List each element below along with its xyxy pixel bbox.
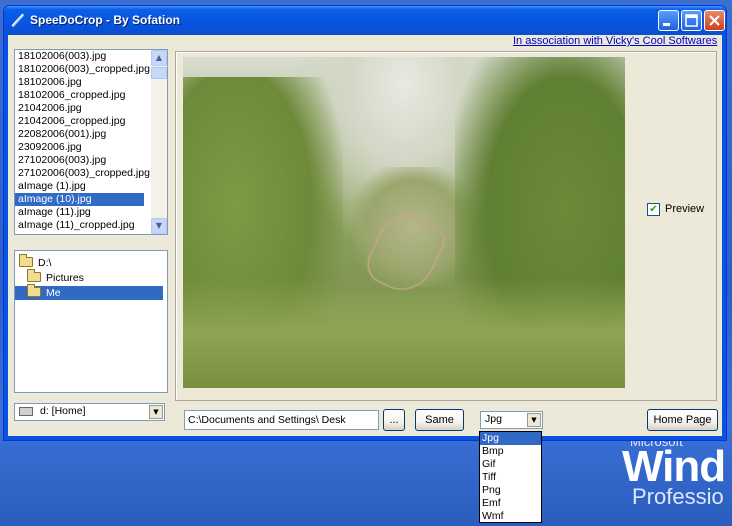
- maximize-icon: [685, 14, 698, 27]
- minimize-icon: [663, 23, 670, 26]
- format-dropdown-list[interactable]: Jpg Bmp Gif Tiff Png Emf Wmf: [479, 431, 542, 523]
- format-option[interactable]: Tiff: [480, 471, 541, 484]
- window-border-left: [4, 35, 8, 440]
- file-list-item[interactable]: 21042006_cropped.jpg: [15, 115, 167, 128]
- checkmark-icon: ✔: [649, 204, 658, 215]
- file-list-item[interactable]: 23092006.jpg: [15, 141, 167, 154]
- dir-item-label: D:\: [38, 257, 52, 269]
- photo-trees-bottom: [183, 278, 625, 388]
- desktop-edition: Professio: [632, 484, 724, 509]
- dir-item-label: Me: [46, 287, 61, 299]
- maximize-button[interactable]: [681, 10, 702, 31]
- dir-item-root[interactable]: D:\: [19, 254, 52, 270]
- drive-value: d: [Home]: [40, 405, 86, 417]
- file-list-item[interactable]: aImage (1).jpg: [15, 180, 167, 193]
- output-path-input[interactable]: C:\Documents and Settings\ Desk: [184, 410, 379, 430]
- format-option[interactable]: Bmp: [480, 445, 541, 458]
- file-list-item[interactable]: aImage (11).jpg: [15, 206, 167, 219]
- scroll-down-button[interactable]: ▼: [151, 218, 167, 234]
- format-option[interactable]: Wmf: [480, 510, 541, 523]
- format-select[interactable]: Jpg ▼: [480, 411, 543, 429]
- format-option[interactable]: Jpg: [480, 432, 541, 445]
- file-list-item[interactable]: 27102006(003)_cropped.jpg: [15, 167, 167, 180]
- window-border-bottom: [4, 436, 726, 440]
- file-list-item[interactable]: aImage (10).jpg: [15, 193, 144, 206]
- format-option[interactable]: Png: [480, 484, 541, 497]
- association-link[interactable]: In association with Vicky's Cool Softwar…: [513, 35, 717, 47]
- minimize-button[interactable]: [658, 10, 679, 31]
- close-button[interactable]: [704, 10, 725, 31]
- file-list-item[interactable]: 18102006(003).jpg: [15, 50, 167, 63]
- window-border-right: [722, 35, 726, 440]
- format-option[interactable]: Emf: [480, 497, 541, 510]
- file-list-item[interactable]: 22082006(001).jpg: [15, 128, 167, 141]
- folder-open-icon: [27, 284, 41, 297]
- same-button[interactable]: Same: [415, 409, 464, 431]
- title-bar[interactable]: SpeeDoCrop - By Sofation: [4, 6, 726, 35]
- preview-label[interactable]: Preview: [665, 203, 704, 215]
- folder-open-icon: [27, 269, 41, 282]
- file-list-scrollbar[interactable]: ▲ ▼: [151, 50, 167, 234]
- drive-select[interactable]: d: [Home] ▼: [14, 403, 165, 421]
- chevron-down-icon[interactable]: ▼: [149, 405, 163, 419]
- chevron-down-icon[interactable]: ▼: [527, 413, 541, 427]
- scroll-thumb[interactable]: [151, 67, 167, 79]
- dir-item-label: Pictures: [46, 272, 84, 284]
- file-list[interactable]: 18102006(003).jpg 18102006(003)_cropped.j…: [14, 49, 168, 235]
- file-list-item[interactable]: 21042006.jpg: [15, 102, 167, 115]
- file-list-item[interactable]: 27102006(003).jpg: [15, 154, 167, 167]
- file-list-item[interactable]: aImage (11)_cropped.jpg: [15, 219, 167, 232]
- close-icon: [709, 15, 720, 26]
- file-list-item[interactable]: 18102006(003)_cropped.jpg: [15, 63, 167, 76]
- home-page-button[interactable]: Home Page: [647, 409, 718, 431]
- image-preview[interactable]: [183, 57, 625, 388]
- drive-icon: [19, 407, 33, 416]
- scroll-up-button[interactable]: ▲: [151, 50, 167, 66]
- chevron-down-icon: ▼: [155, 221, 163, 230]
- app-window: SpeeDoCrop - By Sofation In association …: [3, 5, 727, 441]
- file-list-item[interactable]: 18102006_cropped.jpg: [15, 89, 167, 102]
- chevron-up-icon: ▲: [155, 53, 163, 62]
- window-title: SpeeDoCrop - By Sofation: [30, 13, 181, 27]
- folder-open-icon: [19, 254, 33, 267]
- dir-item-pictures[interactable]: Pictures: [27, 269, 84, 285]
- dir-item-me[interactable]: Me: [15, 284, 163, 300]
- format-selected: Jpg: [485, 413, 502, 425]
- format-option[interactable]: Gif: [480, 458, 541, 471]
- file-list-items: 18102006(003).jpg 18102006(003)_cropped.j…: [15, 50, 167, 232]
- directory-list[interactable]: D:\ Pictures Me: [14, 250, 168, 393]
- output-path-value: C:\Documents and Settings\ Desk: [188, 414, 346, 426]
- preview-checkbox[interactable]: ✔: [647, 203, 660, 216]
- browse-button[interactable]: ...: [383, 409, 405, 431]
- file-list-item[interactable]: 18102006.jpg: [15, 76, 167, 89]
- desktop-windows-logo: Microsoft Wind Professio: [622, 432, 732, 526]
- app-icon: [11, 13, 25, 28]
